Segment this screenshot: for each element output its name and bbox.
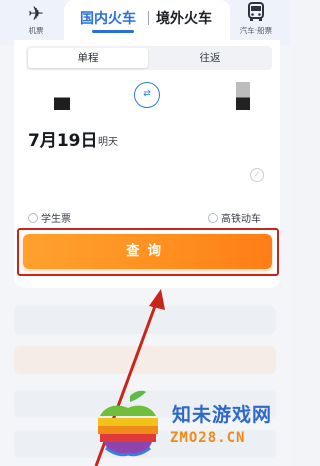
arrival-station-field[interactable] xyxy=(236,82,250,110)
watermark-url: ZMO28.CN xyxy=(170,430,246,446)
departure-date-relative: 明天 xyxy=(98,137,118,148)
watermark-title: 知未游戏网 xyxy=(172,404,273,426)
search-button[interactable]: 查询 xyxy=(23,234,272,269)
swap-stations-icon[interactable]: ⇄ xyxy=(134,82,160,108)
search-button-highlight: 查询 xyxy=(17,228,279,276)
round-trip-option[interactable]: 往返 xyxy=(150,48,270,68)
tab-bus-ship-label: 汽车·船票 xyxy=(239,26,273,35)
tab-bus-ship[interactable]: 汽车·船票 xyxy=(224,2,288,42)
airplane-icon: ✈ xyxy=(28,3,44,25)
blurred-row xyxy=(14,346,276,374)
departure-station-field[interactable] xyxy=(54,92,70,110)
tab-domestic-train[interactable]: 国内火车 xyxy=(80,8,136,28)
high-speed-option[interactable]: 高铁动车 xyxy=(208,210,261,225)
watermark-logo xyxy=(98,390,158,457)
tab-divider xyxy=(148,11,149,25)
student-ticket-label: 学生票 xyxy=(41,214,71,225)
tab-flights[interactable]: ✈ 机票 xyxy=(14,2,58,42)
one-way-option[interactable]: 单程 xyxy=(28,48,148,68)
active-tab-indicator xyxy=(92,30,134,33)
bus-icon xyxy=(224,2,288,24)
app-screen: ✈ 机票 国内火车 境外火车 汽车·船票 单程 往返 ⇄ 7月19日 明天 ✓ … xyxy=(0,0,290,466)
student-ticket-option[interactable]: 学生票 xyxy=(28,210,71,225)
departure-date[interactable]: 7月19日 xyxy=(28,126,98,151)
student-radio[interactable] xyxy=(28,213,38,223)
train-search-card: 单程 往返 ⇄ 7月19日 明天 ✓ 学生票 高铁动车 查询 xyxy=(14,40,280,288)
tab-overseas-train[interactable]: 境外火车 xyxy=(156,8,212,28)
blurred-row xyxy=(14,306,276,334)
tab-flights-label: 机票 xyxy=(28,26,44,35)
high-speed-radio[interactable] xyxy=(208,213,218,223)
high-speed-label: 高铁动车 xyxy=(221,214,261,225)
check-circle-icon[interactable]: ✓ xyxy=(250,168,264,182)
trip-type-toggle: 单程 往返 xyxy=(26,46,272,70)
